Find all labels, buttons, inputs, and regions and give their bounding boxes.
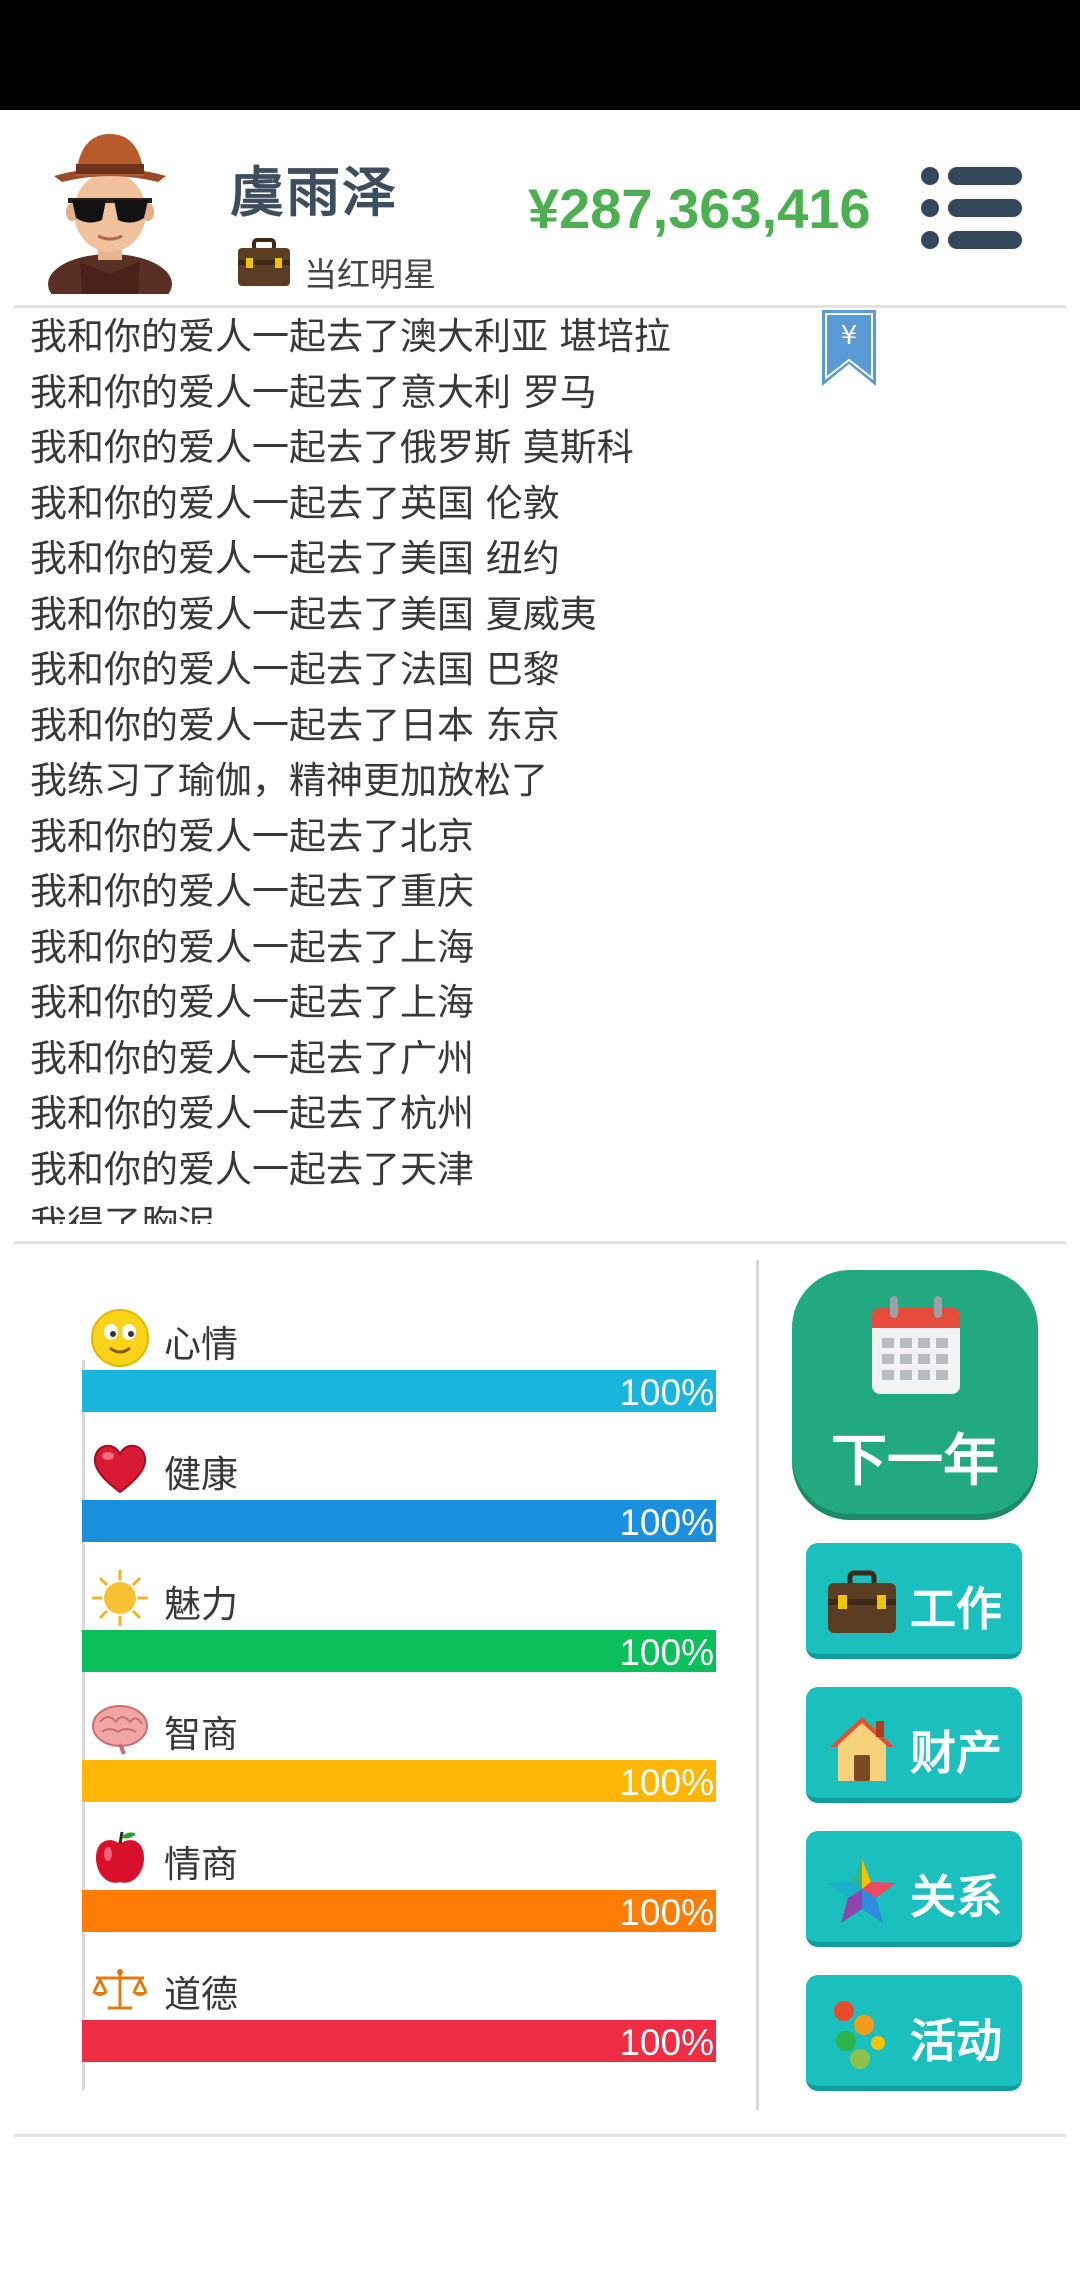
relations-button[interactable]: 关系 — [806, 1831, 1022, 1947]
menu-icon[interactable] — [920, 166, 1024, 250]
sun-icon — [92, 1570, 148, 1626]
activities-label: 活动 — [910, 2014, 1002, 2068]
stat-label: 魅力 — [164, 1583, 238, 1626]
star-icon — [828, 1859, 896, 1923]
stat-bar: 100% — [82, 1760, 716, 1803]
log-entry: 我和你的爱人一起去了美国 夏威夷 — [30, 592, 597, 636]
stat-percent: 100% — [619, 1372, 714, 1413]
event-log[interactable]: 我和你的爱人一起去了澳大利亚 堪培拉 我和你的爱人一起去了意大利 罗马 我和你的… — [14, 309, 1066, 1224]
status-bar — [0, 0, 1080, 110]
log-entry: 我和你的爱人一起去了俄罗斯 莫斯科 — [30, 426, 634, 469]
stat-bar: 100% — [82, 1890, 716, 1933]
avatar[interactable] — [40, 124, 180, 294]
work-button[interactable]: 工作 — [806, 1543, 1022, 1659]
briefcase-icon — [238, 238, 290, 286]
money-balance: ¥287,363,416 — [528, 177, 871, 240]
house-icon — [830, 1717, 894, 1781]
header-divider — [14, 305, 1066, 308]
log-entry: 我和你的爱人一起去了意大利 罗马 — [30, 370, 597, 414]
stat-iq: 智商 100% — [82, 1698, 716, 1808]
log-entry: 我和你的爱人一起去了上海 — [30, 981, 474, 1024]
log-entry: 我和你的爱人一起去了杭州 — [30, 1092, 474, 1135]
heart-icon — [93, 1444, 147, 1494]
log-entry: 我和你的爱人一起去了日本 东京 — [30, 703, 560, 747]
job-title: 当红明星 — [304, 255, 436, 294]
log-entry: 我和你的爱人一起去了英国 伦敦 — [30, 481, 560, 525]
player-header: 虞雨泽 当红明星 ¥287,363,416 — [0, 110, 1080, 306]
panel-separator — [756, 1260, 759, 2110]
work-label: 工作 — [910, 1582, 1002, 1636]
log-entry: 我和你的爱人一起去了北京 — [30, 814, 474, 858]
stat-label: 情商 — [164, 1843, 238, 1886]
log-entry: 我和你的爱人一起去了上海 — [30, 925, 474, 969]
log-entry: 我得了胸泥 — [14, 1197, 1066, 1224]
stat-charm: 魅力 100% — [82, 1568, 716, 1678]
player-name: 虞雨泽 — [230, 161, 398, 224]
stat-percent: 100% — [619, 1892, 714, 1933]
stat-bar: 100% — [82, 2020, 716, 2063]
stat-bar: 100% — [82, 1630, 716, 1673]
stat-percent: 100% — [619, 1762, 714, 1803]
stat-label: 心情 — [164, 1323, 238, 1366]
next-year-label: 下一年 — [831, 1429, 999, 1494]
stat-label: 智商 — [164, 1713, 238, 1756]
log-entry: 我和你的爱人一起去了广州 — [30, 1036, 474, 1080]
briefcase-icon — [828, 1570, 896, 1633]
bookmark-icon[interactable]: ¥ — [822, 310, 876, 386]
activity-dots-icon — [834, 2001, 885, 2069]
stat-bar: 100% — [82, 1500, 716, 1543]
log-entry: 我和你的爱人一起去了美国 纽约 — [30, 537, 560, 580]
scales-icon — [92, 1969, 148, 2010]
log-entry: 我练习了瑜伽，精神更加放松了 — [30, 759, 548, 802]
brain-icon — [92, 1705, 148, 1755]
relations-label: 关系 — [910, 1870, 1002, 1924]
stat-percent: 100% — [619, 1502, 714, 1543]
log-entry: 我和你的爱人一起去了重庆 — [30, 870, 474, 913]
next-year-button[interactable]: 下一年 — [792, 1270, 1038, 1514]
smiley-icon — [91, 1309, 149, 1367]
calendar-icon — [872, 1296, 960, 1394]
log-divider — [14, 1241, 1066, 1244]
stat-percent: 100% — [619, 2022, 714, 2063]
apple-icon — [96, 1831, 144, 1883]
stat-percent: 100% — [619, 1632, 714, 1673]
stat-label: 健康 — [164, 1453, 238, 1496]
stat-morality: 道德 100% — [82, 1958, 716, 2068]
stat-bar: 100% — [82, 1370, 716, 1413]
bookmark-symbol: ¥ — [841, 321, 858, 351]
property-button[interactable]: 财产 — [806, 1687, 1022, 1803]
stat-label: 道德 — [164, 1973, 238, 2016]
stat-health: 健康 100% — [82, 1438, 716, 1548]
property-label: 财产 — [910, 1726, 1002, 1780]
log-entry: 我和你的爱人一起去了天津 — [30, 1147, 474, 1191]
stat-eq: 情商 100% — [82, 1828, 716, 1938]
log-entry: 我和你的爱人一起去了法国 巴黎 — [30, 648, 560, 691]
activities-button[interactable]: 活动 — [806, 1975, 1022, 2091]
stat-mood: 心情 100% — [82, 1308, 716, 1418]
footer-divider — [14, 2134, 1066, 2137]
log-entry: 我和你的爱人一起去了澳大利亚 堪培拉 — [30, 315, 671, 358]
